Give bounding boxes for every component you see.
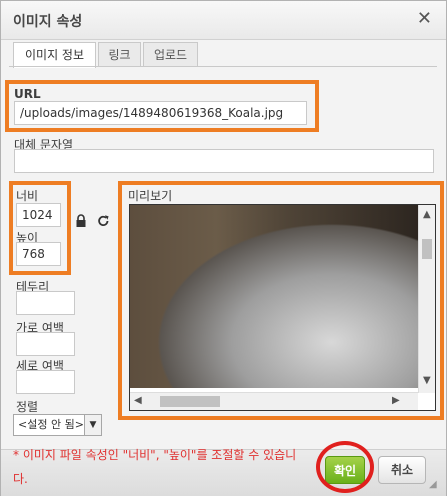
- resize-grip-icon[interactable]: ◢: [429, 479, 437, 490]
- align-label: 정렬: [16, 400, 39, 414]
- horizontal-scroll-thumb[interactable]: [160, 396, 220, 407]
- image-properties-dialog: 이미지 속성 ✕ 이미지 정보 링크 업로드 URL /uploads/imag…: [0, 0, 447, 496]
- preview-pane[interactable]: ▲ ▼ ◀ ▶: [129, 204, 436, 411]
- scroll-right-icon[interactable]: ▶: [392, 395, 400, 406]
- align-select[interactable]: <설정 안 됨> ▼: [13, 414, 102, 436]
- scroll-left-icon[interactable]: ◀: [134, 395, 142, 406]
- tab-link[interactable]: 링크: [98, 42, 141, 67]
- width-input[interactable]: 1024: [16, 203, 61, 227]
- preview-label: 미리보기: [128, 189, 173, 203]
- tab-image-info[interactable]: 이미지 정보: [13, 42, 96, 68]
- vspace-input[interactable]: [16, 370, 75, 394]
- close-icon[interactable]: ✕: [417, 9, 432, 29]
- url-label: URL: [14, 87, 41, 101]
- border-input[interactable]: [16, 291, 75, 315]
- preview-image: [130, 205, 418, 388]
- url-input[interactable]: /uploads/images/1489480619368_Koala.jpg: [14, 101, 307, 125]
- cancel-button[interactable]: 취소: [378, 456, 426, 484]
- dialog-title: 이미지 속성: [13, 14, 83, 30]
- scroll-down-icon[interactable]: ▼: [423, 375, 431, 386]
- lock-icon[interactable]: [75, 214, 87, 232]
- tab-upload[interactable]: 업로드: [143, 42, 198, 67]
- hspace-input[interactable]: [16, 332, 75, 356]
- preview-vertical-scrollbar[interactable]: ▲ ▼: [418, 205, 435, 393]
- vertical-scroll-thumb[interactable]: [422, 239, 432, 259]
- dialog-titlebar[interactable]: 이미지 속성 ✕: [1, 1, 446, 40]
- width-label: 너비: [16, 189, 39, 203]
- scroll-up-icon[interactable]: ▲: [423, 209, 431, 220]
- alt-text-input[interactable]: [14, 149, 434, 173]
- preview-horizontal-scrollbar[interactable]: ◀ ▶: [130, 392, 418, 410]
- align-select-value: <설정 안 됨>: [18, 418, 84, 431]
- refresh-icon[interactable]: [97, 214, 110, 232]
- size-adjust-note: * 이미지 파일 속성인 "너비", "높이"를 조절할 수 있습니다.: [13, 448, 297, 486]
- height-input[interactable]: 768: [16, 242, 61, 266]
- chevron-down-icon[interactable]: ▼: [84, 415, 101, 435]
- tab-divider: [9, 66, 437, 67]
- ok-button-highlight-circle: [316, 441, 374, 493]
